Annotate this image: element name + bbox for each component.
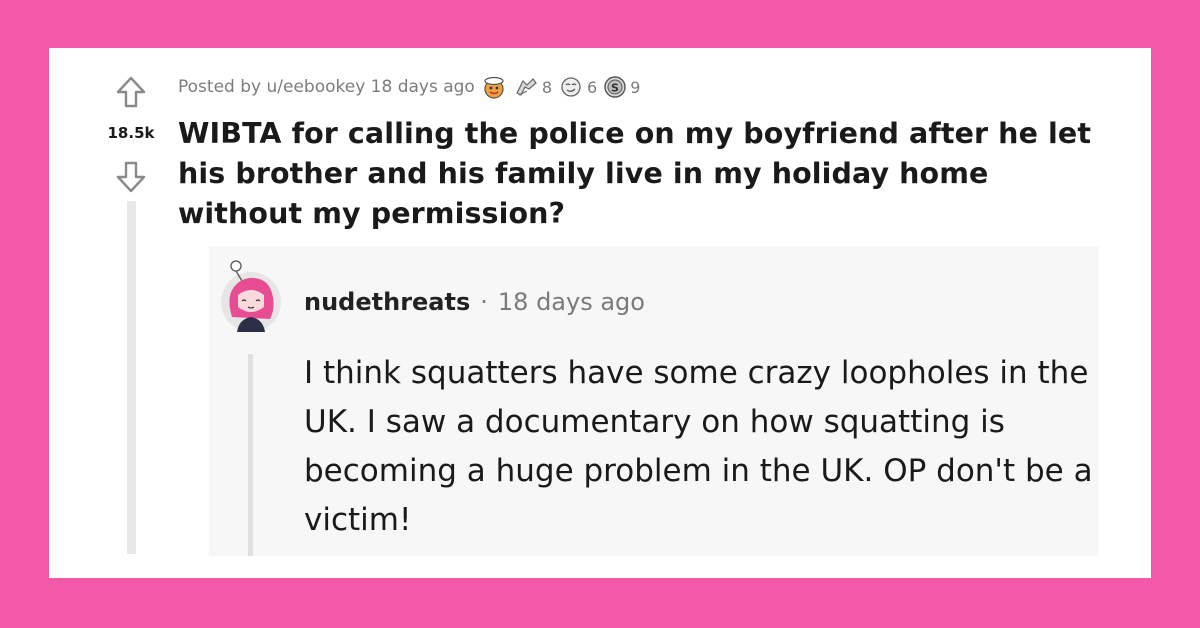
upvote-button[interactable]: [111, 72, 151, 112]
upvote-arrow-icon: [116, 76, 146, 108]
svg-text:S: S: [611, 82, 619, 95]
comment-screenshot: nudethreats · 18 days ago I think squatt…: [209, 246, 1099, 556]
post-meta: Posted by u/eebookey 18 days ago 8 6 S 9: [178, 75, 640, 99]
post-card: 18.5k Posted by u/eebookey 18 days ago 8: [49, 48, 1151, 578]
comment-body: I think squatters have some crazy loopho…: [304, 355, 1093, 538]
posted-by[interactable]: Posted by u/eebookey 18 days ago: [178, 77, 475, 97]
comment-meta: nudethreats · 18 days ago: [304, 288, 645, 316]
award-wholesome[interactable]: [481, 75, 507, 99]
thread-line[interactable]: [127, 201, 136, 554]
award-count: 6: [587, 77, 598, 97]
comment-username[interactable]: nudethreats: [304, 288, 470, 316]
award-count: 8: [541, 77, 553, 97]
comment-thread-line[interactable]: [248, 354, 253, 556]
award-helpful[interactable]: 8: [513, 75, 552, 99]
downvote-button[interactable]: [111, 157, 151, 197]
post-title[interactable]: WIBTA for calling the police on my boyfr…: [178, 114, 1118, 234]
vote-score: 18.5k: [107, 124, 155, 142]
gold-award-icon: S: [604, 76, 626, 98]
meta-separator: ·: [480, 288, 488, 316]
comment-time[interactable]: 18 days ago: [498, 288, 645, 316]
helpful-award-icon: [516, 78, 537, 96]
award-gold[interactable]: S 9: [603, 75, 640, 99]
award-silver[interactable]: 6: [558, 75, 597, 99]
user-avatar[interactable]: [220, 259, 282, 334]
downvote-arrow-icon: [116, 161, 146, 193]
wholesome-award-icon: [484, 76, 504, 99]
silver-award-icon: [561, 77, 581, 97]
award-count: 9: [630, 77, 641, 97]
